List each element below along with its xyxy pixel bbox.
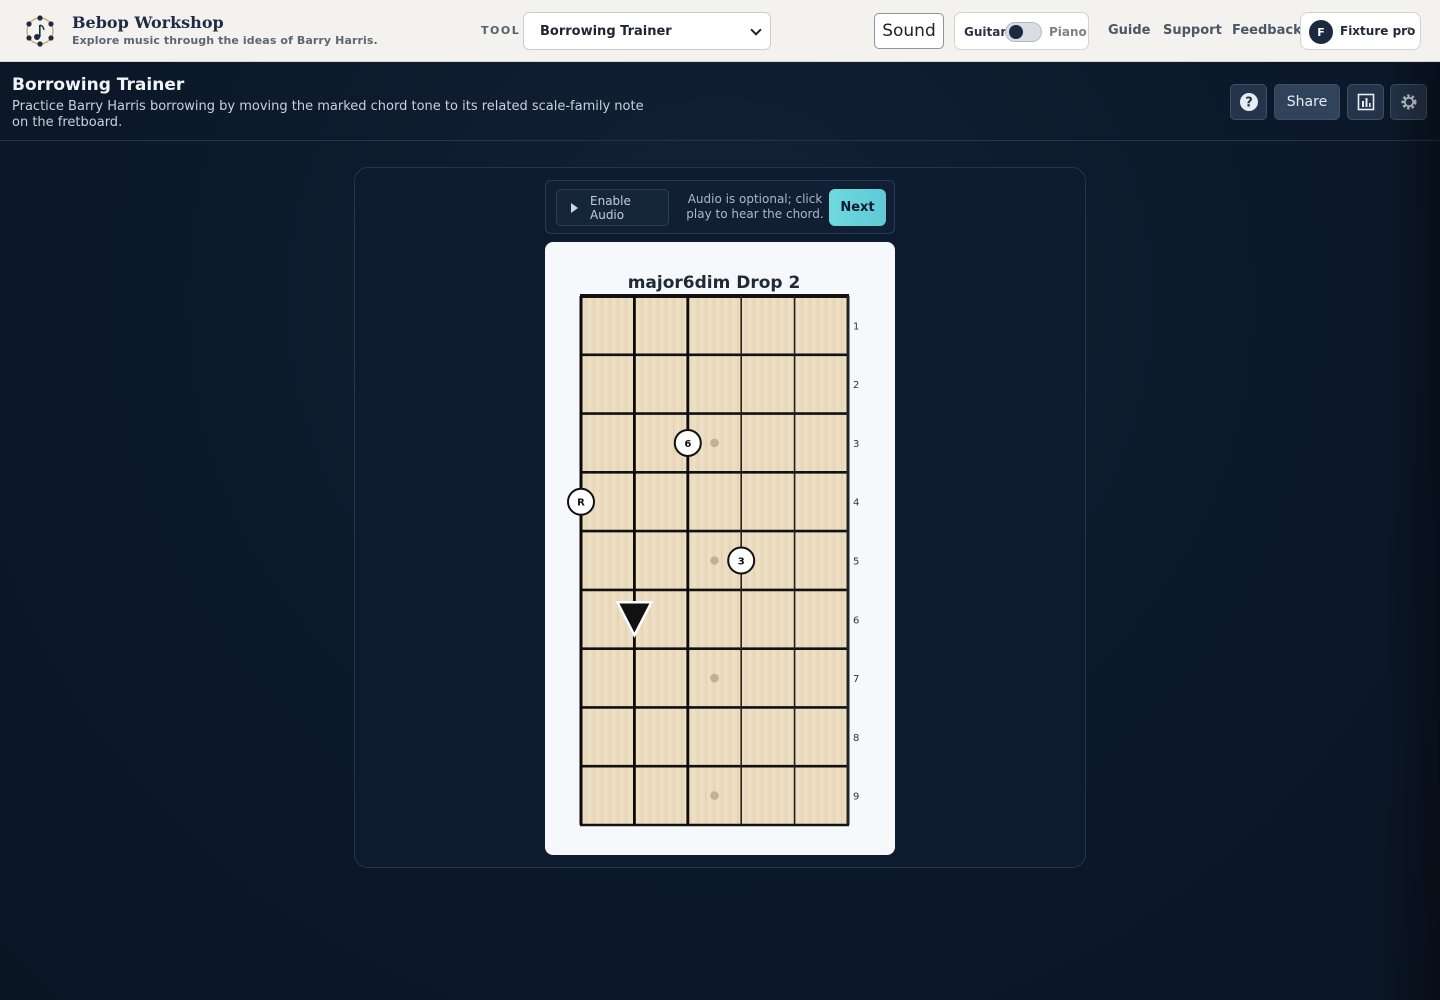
fret-number-label: 5 — [853, 557, 859, 568]
gear-icon — [1401, 94, 1416, 110]
user-name: Fixture pro — [1340, 24, 1416, 38]
fret-inlay-dot — [710, 791, 719, 800]
audio-note: Audio is optional; click play to hear th… — [686, 192, 824, 221]
tool-label: TOOL — [481, 24, 521, 37]
tool-select[interactable]: Borrowing Trainer — [523, 12, 771, 50]
settings-button[interactable] — [1390, 84, 1427, 120]
app-title: Bebop Workshop — [72, 13, 224, 32]
caret-down-icon: ▾ — [1407, 25, 1412, 35]
fretboard[interactable]: 1 2 3 4 5 6 7 8 9 R 6 3 — [545, 242, 895, 855]
chord-diagram: major6dim Drop 2 123456789R63 — [545, 242, 895, 855]
app-subtitle: Explore music through the ideas of Barry… — [72, 34, 378, 47]
instrument-guitar-label: Guitar — [964, 25, 1007, 39]
right-edge-shadow — [1380, 63, 1440, 1000]
fret-number-label: 4 — [853, 498, 859, 509]
nav-feedback-link[interactable]: Feedback — [1232, 23, 1302, 38]
top-bar: Bebop Workshop Explore music through the… — [0, 0, 1440, 62]
fret-number-label: 7 — [853, 674, 859, 685]
help-button[interactable]: ? — [1230, 84, 1267, 120]
play-icon — [571, 202, 578, 213]
audio-controls: Enable Audio Audio is optional; click pl… — [545, 180, 895, 234]
chord-tone-label: 6 — [684, 439, 691, 450]
nav-guide-link[interactable]: Guide — [1108, 23, 1151, 38]
chord-tone-label: R — [577, 498, 585, 509]
next-button[interactable]: Next — [829, 189, 886, 226]
fret-number-label: 2 — [853, 380, 859, 391]
avatar: F — [1309, 20, 1333, 44]
page-title: Borrowing Trainer — [12, 75, 185, 95]
chord-tone-label: 3 — [738, 557, 745, 568]
chevron-down-icon — [750, 24, 762, 36]
app-logo-icon[interactable] — [22, 13, 58, 49]
fret-number-label: 3 — [853, 439, 859, 450]
fret-number-label: 6 — [853, 615, 859, 626]
nav-support-link[interactable]: Support — [1163, 23, 1222, 38]
instrument-switch[interactable] — [1005, 22, 1042, 42]
instrument-piano-label: Piano — [1049, 25, 1087, 39]
instrument-toggle[interactable]: Guitar Piano — [954, 12, 1089, 50]
fret-inlay-dot — [710, 556, 719, 565]
page-description: Practice Barry Harris borrowing by movin… — [12, 99, 644, 130]
tool-select-value: Borrowing Trainer — [540, 23, 672, 39]
stats-button[interactable] — [1347, 84, 1384, 120]
fret-inlay-dot — [710, 673, 719, 683]
page-header: Borrowing Trainer Practice Barry Harris … — [0, 63, 1440, 141]
chart-icon — [1357, 93, 1374, 111]
help-icon: ? — [1239, 93, 1258, 111]
enable-audio-button[interactable]: Enable Audio — [556, 189, 669, 226]
share-button[interactable]: Share — [1274, 84, 1340, 120]
switch-knob — [1009, 25, 1023, 39]
fret-number-label: 1 — [853, 321, 859, 332]
svg-text:?: ? — [1245, 96, 1253, 111]
enable-audio-label: Enable Audio — [590, 193, 631, 222]
fret-number-label: 9 — [853, 792, 859, 803]
fret-inlay-dot — [710, 438, 719, 448]
sound-button[interactable]: Sound — [874, 13, 944, 49]
fret-number-label: 8 — [853, 733, 859, 744]
user-menu-button[interactable]: F Fixture pro ▾ — [1300, 12, 1421, 50]
